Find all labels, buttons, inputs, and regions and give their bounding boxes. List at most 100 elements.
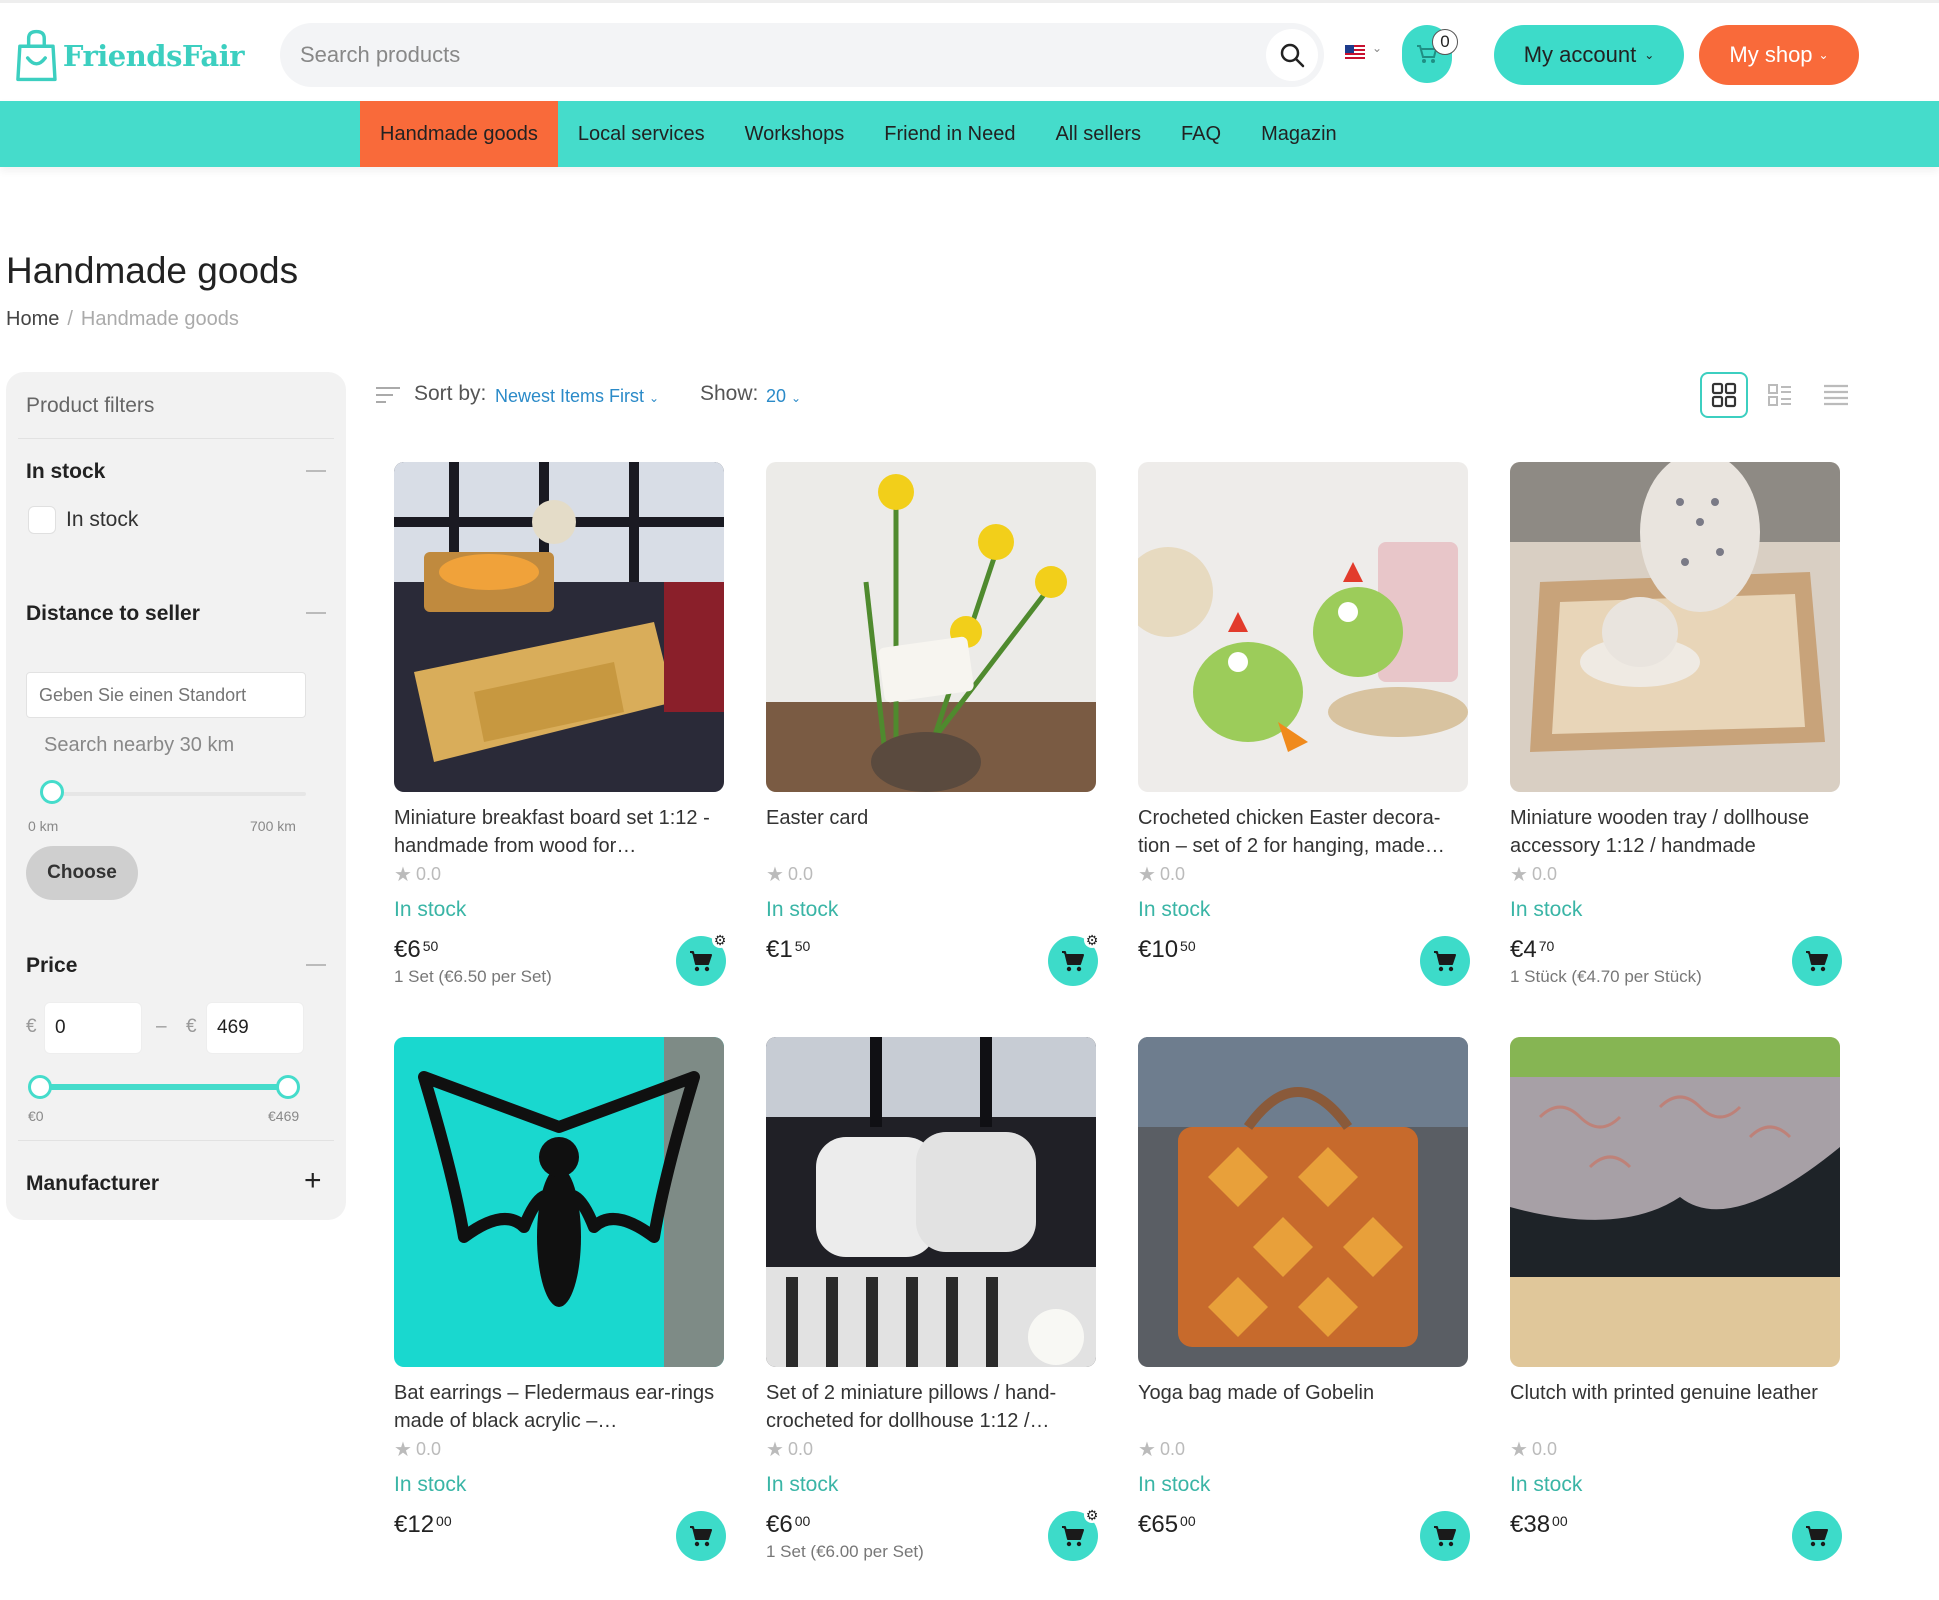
product-card[interactable]: Yoga bag made of Gobelin ★ 0.0 In stock €65 0… bbox=[1138, 1037, 1470, 1597]
product-image[interactable] bbox=[766, 1037, 1096, 1367]
expand-plus-icon[interactable]: + bbox=[304, 1166, 322, 1196]
nav-item-magazin[interactable]: Magazin bbox=[1241, 101, 1357, 167]
my-shop-button[interactable]: My shop ⌄ bbox=[1699, 25, 1859, 85]
stock-status: In stock bbox=[766, 1473, 839, 1496]
price-cents: 00 bbox=[1180, 1513, 1196, 1529]
in-stock-section-title[interactable]: In stock bbox=[26, 460, 105, 484]
nav-item-friend-in-need[interactable]: Friend in Need bbox=[864, 101, 1035, 167]
stock-status: In stock bbox=[766, 898, 839, 921]
product-card[interactable]: Miniature wooden tray / dollhouse access… bbox=[1510, 462, 1842, 1022]
chevron-down-icon: ⌄ bbox=[649, 391, 660, 405]
star-icon: ★ bbox=[394, 864, 412, 886]
main-navigation: Handmade goods Local services Workshops … bbox=[0, 101, 1939, 167]
breadcrumb-current: Handmade goods bbox=[80, 308, 239, 330]
product-card[interactable]: Miniature breakfast board set 1:12 - han… bbox=[394, 462, 728, 1022]
price-range-dash: – bbox=[156, 1016, 167, 1037]
product-image[interactable] bbox=[766, 462, 1096, 792]
price-section-title[interactable]: Price bbox=[26, 954, 77, 978]
product-image[interactable] bbox=[1138, 1037, 1468, 1367]
unit-price: 1 Set (€6.50 per Set) bbox=[394, 967, 552, 986]
nav-item-all-sellers[interactable]: All sellers bbox=[1035, 101, 1161, 167]
sort-dropdown[interactable]: Newest Items First ⌄ bbox=[495, 386, 659, 407]
list-view-button[interactable] bbox=[1812, 372, 1860, 418]
price-main: €4 bbox=[1510, 936, 1537, 963]
product-card[interactable]: Easter card ★ 0.0 In stock €1 50 ⚙ bbox=[766, 462, 1100, 1022]
product-title[interactable]: Set of 2 miniature pillows / hand-croche… bbox=[766, 1379, 1096, 1435]
product-price: €1 50 bbox=[766, 936, 810, 964]
nav-item-faq[interactable]: FAQ bbox=[1161, 101, 1241, 167]
product-image[interactable] bbox=[1510, 1037, 1840, 1367]
distance-section-title[interactable]: Distance to seller bbox=[26, 602, 200, 626]
my-account-button[interactable]: My account ⌄ bbox=[1494, 25, 1684, 85]
location-input[interactable] bbox=[26, 672, 306, 718]
language-chevron-down-icon[interactable]: ⌄ bbox=[1372, 41, 1382, 55]
price-slider-track[interactable] bbox=[42, 1084, 294, 1090]
product-card[interactable]: Bat earrings – Fledermaus ear-rings made… bbox=[394, 1037, 726, 1597]
cart-icon bbox=[690, 951, 712, 972]
add-to-cart-button[interactable]: ⚙ bbox=[1048, 932, 1100, 986]
rating-value: 0.0 bbox=[415, 1439, 441, 1459]
product-title[interactable]: Yoga bag made of Gobelin bbox=[1138, 1379, 1468, 1435]
price-max-input[interactable] bbox=[206, 1002, 304, 1054]
price-main: €12 bbox=[394, 1511, 435, 1538]
product-card[interactable]: Set of 2 miniature pillows / hand-croche… bbox=[766, 1037, 1100, 1597]
show-label: Show: bbox=[700, 382, 759, 405]
choose-button[interactable]: Choose bbox=[26, 846, 138, 900]
price-cents: 00 bbox=[1552, 1513, 1568, 1529]
product-price: €4 70 bbox=[1510, 936, 1554, 964]
collapse-minus-icon[interactable] bbox=[306, 470, 326, 472]
search-button[interactable] bbox=[1266, 29, 1318, 81]
add-to-cart-button[interactable]: ⚙ bbox=[676, 932, 728, 986]
manufacturer-section-title[interactable]: Manufacturer bbox=[26, 1172, 159, 1196]
search-input[interactable] bbox=[300, 23, 1200, 87]
logo[interactable]: FriendsFair bbox=[14, 25, 245, 87]
product-title[interactable]: Crocheted chicken Easter decora-tion – s… bbox=[1138, 804, 1468, 860]
product-title[interactable]: Clutch with printed genuine leather bbox=[1510, 1379, 1840, 1435]
options-gear-icon: ⚙ bbox=[1084, 932, 1100, 948]
add-to-cart-button[interactable]: ⚙ bbox=[1048, 1507, 1100, 1561]
product-title[interactable]: Miniature breakfast board set 1:12 - han… bbox=[394, 804, 724, 860]
add-to-cart-button[interactable] bbox=[1792, 1511, 1842, 1561]
product-price: €6 50 bbox=[394, 936, 438, 964]
price-main: €1 bbox=[766, 936, 793, 963]
price-min-input[interactable] bbox=[44, 1002, 142, 1054]
add-to-cart-button[interactable] bbox=[1420, 936, 1470, 986]
logo-text: FriendsFair bbox=[62, 39, 245, 73]
sort-lines-icon bbox=[376, 387, 400, 403]
list-grid-view-button[interactable] bbox=[1756, 372, 1804, 418]
price-min-label: €0 bbox=[28, 1108, 44, 1124]
unit-price: 1 Set (€6.00 per Set) bbox=[766, 1542, 924, 1561]
nav-item-workshops[interactable]: Workshops bbox=[725, 101, 865, 167]
product-title[interactable]: Easter card bbox=[766, 804, 1096, 860]
product-image[interactable] bbox=[394, 1037, 724, 1367]
product-image[interactable] bbox=[1510, 462, 1840, 792]
rating-value: 0.0 bbox=[1159, 1439, 1185, 1459]
breadcrumb-home-link[interactable]: Home bbox=[6, 308, 59, 331]
product-image[interactable] bbox=[394, 462, 724, 792]
nav-item-handmade-goods[interactable]: Handmade goods bbox=[360, 101, 558, 167]
price-cents: 00 bbox=[794, 1513, 811, 1529]
grid-view-button[interactable] bbox=[1700, 372, 1748, 418]
in-stock-checkbox-label[interactable]: In stock bbox=[66, 508, 138, 532]
product-title[interactable]: Miniature wooden tray / dollhouse access… bbox=[1510, 804, 1840, 860]
price-slider-max-handle[interactable] bbox=[276, 1075, 300, 1099]
in-stock-checkbox[interactable] bbox=[28, 506, 56, 534]
show-count-dropdown[interactable]: 20 ⌄ bbox=[766, 386, 801, 407]
stock-status: In stock bbox=[1510, 1473, 1583, 1496]
collapse-minus-icon[interactable] bbox=[306, 612, 326, 614]
add-to-cart-button[interactable] bbox=[676, 1511, 726, 1561]
us-flag-icon[interactable] bbox=[1345, 45, 1365, 60]
distance-slider-track[interactable] bbox=[46, 792, 306, 796]
product-title[interactable]: Bat earrings – Fledermaus ear-rings made… bbox=[394, 1379, 724, 1435]
product-card[interactable]: Clutch with printed genuine leather ★ 0.0 I… bbox=[1510, 1037, 1842, 1597]
distance-slider-handle[interactable] bbox=[40, 780, 64, 804]
nav-item-local-services[interactable]: Local services bbox=[558, 101, 725, 167]
divider bbox=[18, 1140, 334, 1141]
add-to-cart-button[interactable] bbox=[1792, 936, 1842, 986]
price-slider-min-handle[interactable] bbox=[28, 1075, 52, 1099]
collapse-minus-icon[interactable] bbox=[306, 964, 326, 966]
product-image[interactable] bbox=[1138, 462, 1468, 792]
add-to-cart-button[interactable] bbox=[1420, 1511, 1470, 1561]
product-card[interactable]: Crocheted chicken Easter decora-tion – s… bbox=[1138, 462, 1470, 1022]
star-icon: ★ bbox=[766, 864, 784, 886]
